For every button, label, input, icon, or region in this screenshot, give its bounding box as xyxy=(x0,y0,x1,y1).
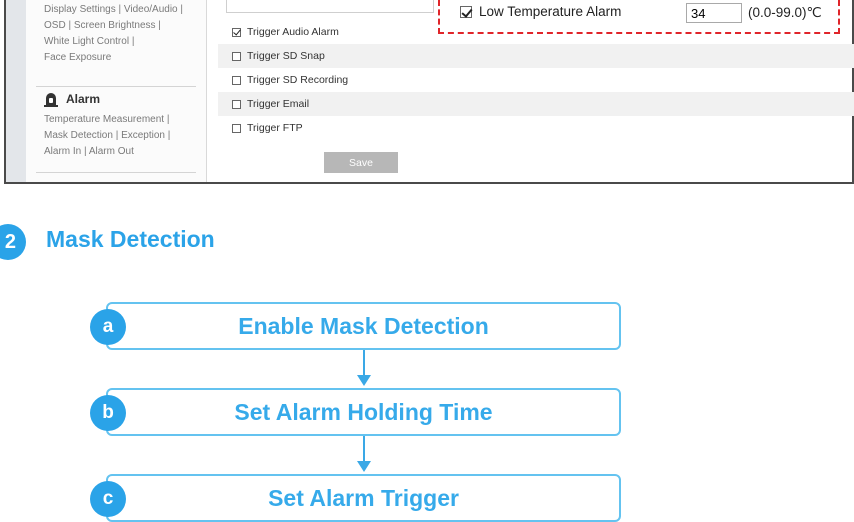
low-temp-alarm-row: Low Temperature Alarm xyxy=(460,4,621,19)
section-number-badge: 2 xyxy=(0,224,26,260)
flow-step-c: c Set Alarm Trigger xyxy=(90,474,621,522)
trigger-row-sd-snap[interactable]: Trigger SD Snap xyxy=(218,44,854,68)
partial-input-field[interactable] xyxy=(226,0,434,13)
left-strip xyxy=(6,0,26,182)
config-screenshot: Display Settings | Video/Audio | OSD | S… xyxy=(4,0,854,184)
trigger-row-email[interactable]: Trigger Email xyxy=(218,92,854,116)
low-temp-alarm-label: Low Temperature Alarm xyxy=(479,4,622,19)
arrow-down-icon xyxy=(357,461,371,472)
flow-connector xyxy=(363,350,365,376)
menu-link-white-light[interactable]: White Light Control | xyxy=(44,34,183,50)
alarm-submenu: Temperature Measurement | Mask Detection… xyxy=(44,112,170,160)
low-temp-range-hint: (0.0-99.0)℃ xyxy=(748,5,822,20)
alarm-menu-header[interactable]: Alarm xyxy=(44,91,100,107)
menu-divider xyxy=(36,86,196,87)
menu-link-mask-exception[interactable]: Mask Detection | Exception | xyxy=(44,128,170,144)
flow-connector xyxy=(363,436,365,462)
display-submenu: Display Settings | Video/Audio | OSD | S… xyxy=(44,2,183,66)
alarm-siren-icon xyxy=(44,93,58,107)
menu-link-face-exposure[interactable]: Face Exposure xyxy=(44,50,183,66)
menu-link-alarm-in-out[interactable]: Alarm In | Alarm Out xyxy=(44,144,170,160)
alarm-menu-label: Alarm xyxy=(66,92,101,106)
trigger-ftp-label: Trigger FTP xyxy=(247,122,303,134)
flow-step-text: Set Alarm Holding Time xyxy=(234,398,493,425)
low-temp-alarm-checkbox[interactable] xyxy=(460,5,472,18)
trigger-email-label: Trigger Email xyxy=(247,98,310,110)
section-title: Mask Detection xyxy=(46,226,215,252)
trigger-row-ftp[interactable]: Trigger FTP xyxy=(218,116,854,140)
trigger-audio-checkbox[interactable] xyxy=(232,27,241,37)
left-menu: Display Settings | Video/Audio | OSD | S… xyxy=(26,0,207,182)
trigger-audio-label: Trigger Audio Alarm xyxy=(247,26,339,38)
trigger-row-audio[interactable]: Trigger Audio Alarm xyxy=(218,20,854,44)
trigger-sd-snap-label: Trigger SD Snap xyxy=(247,50,325,62)
trigger-sd-snap-checkbox[interactable] xyxy=(232,51,241,61)
menu-link-display[interactable]: Display Settings | Video/Audio | xyxy=(44,2,183,18)
trigger-sd-recording-checkbox[interactable] xyxy=(232,75,241,85)
flow-step-a: a Enable Mask Detection xyxy=(90,302,621,350)
flow-step-b: b Set Alarm Holding Time xyxy=(90,388,621,436)
arrow-down-icon xyxy=(357,375,371,386)
menu-link-osd[interactable]: OSD | Screen Brightness | xyxy=(44,18,183,34)
trigger-email-checkbox[interactable] xyxy=(232,99,241,109)
trigger-ftp-checkbox[interactable] xyxy=(232,123,241,133)
trigger-sd-recording-label: Trigger SD Recording xyxy=(247,74,349,86)
flow-step-text: Enable Mask Detection xyxy=(238,312,489,339)
menu-divider xyxy=(36,172,196,173)
menu-link-temperature[interactable]: Temperature Measurement | xyxy=(44,112,170,128)
flow-step-text: Set Alarm Trigger xyxy=(268,484,459,511)
trigger-row-sd-recording[interactable]: Trigger SD Recording xyxy=(218,68,854,92)
save-button[interactable]: Save xyxy=(324,152,398,173)
